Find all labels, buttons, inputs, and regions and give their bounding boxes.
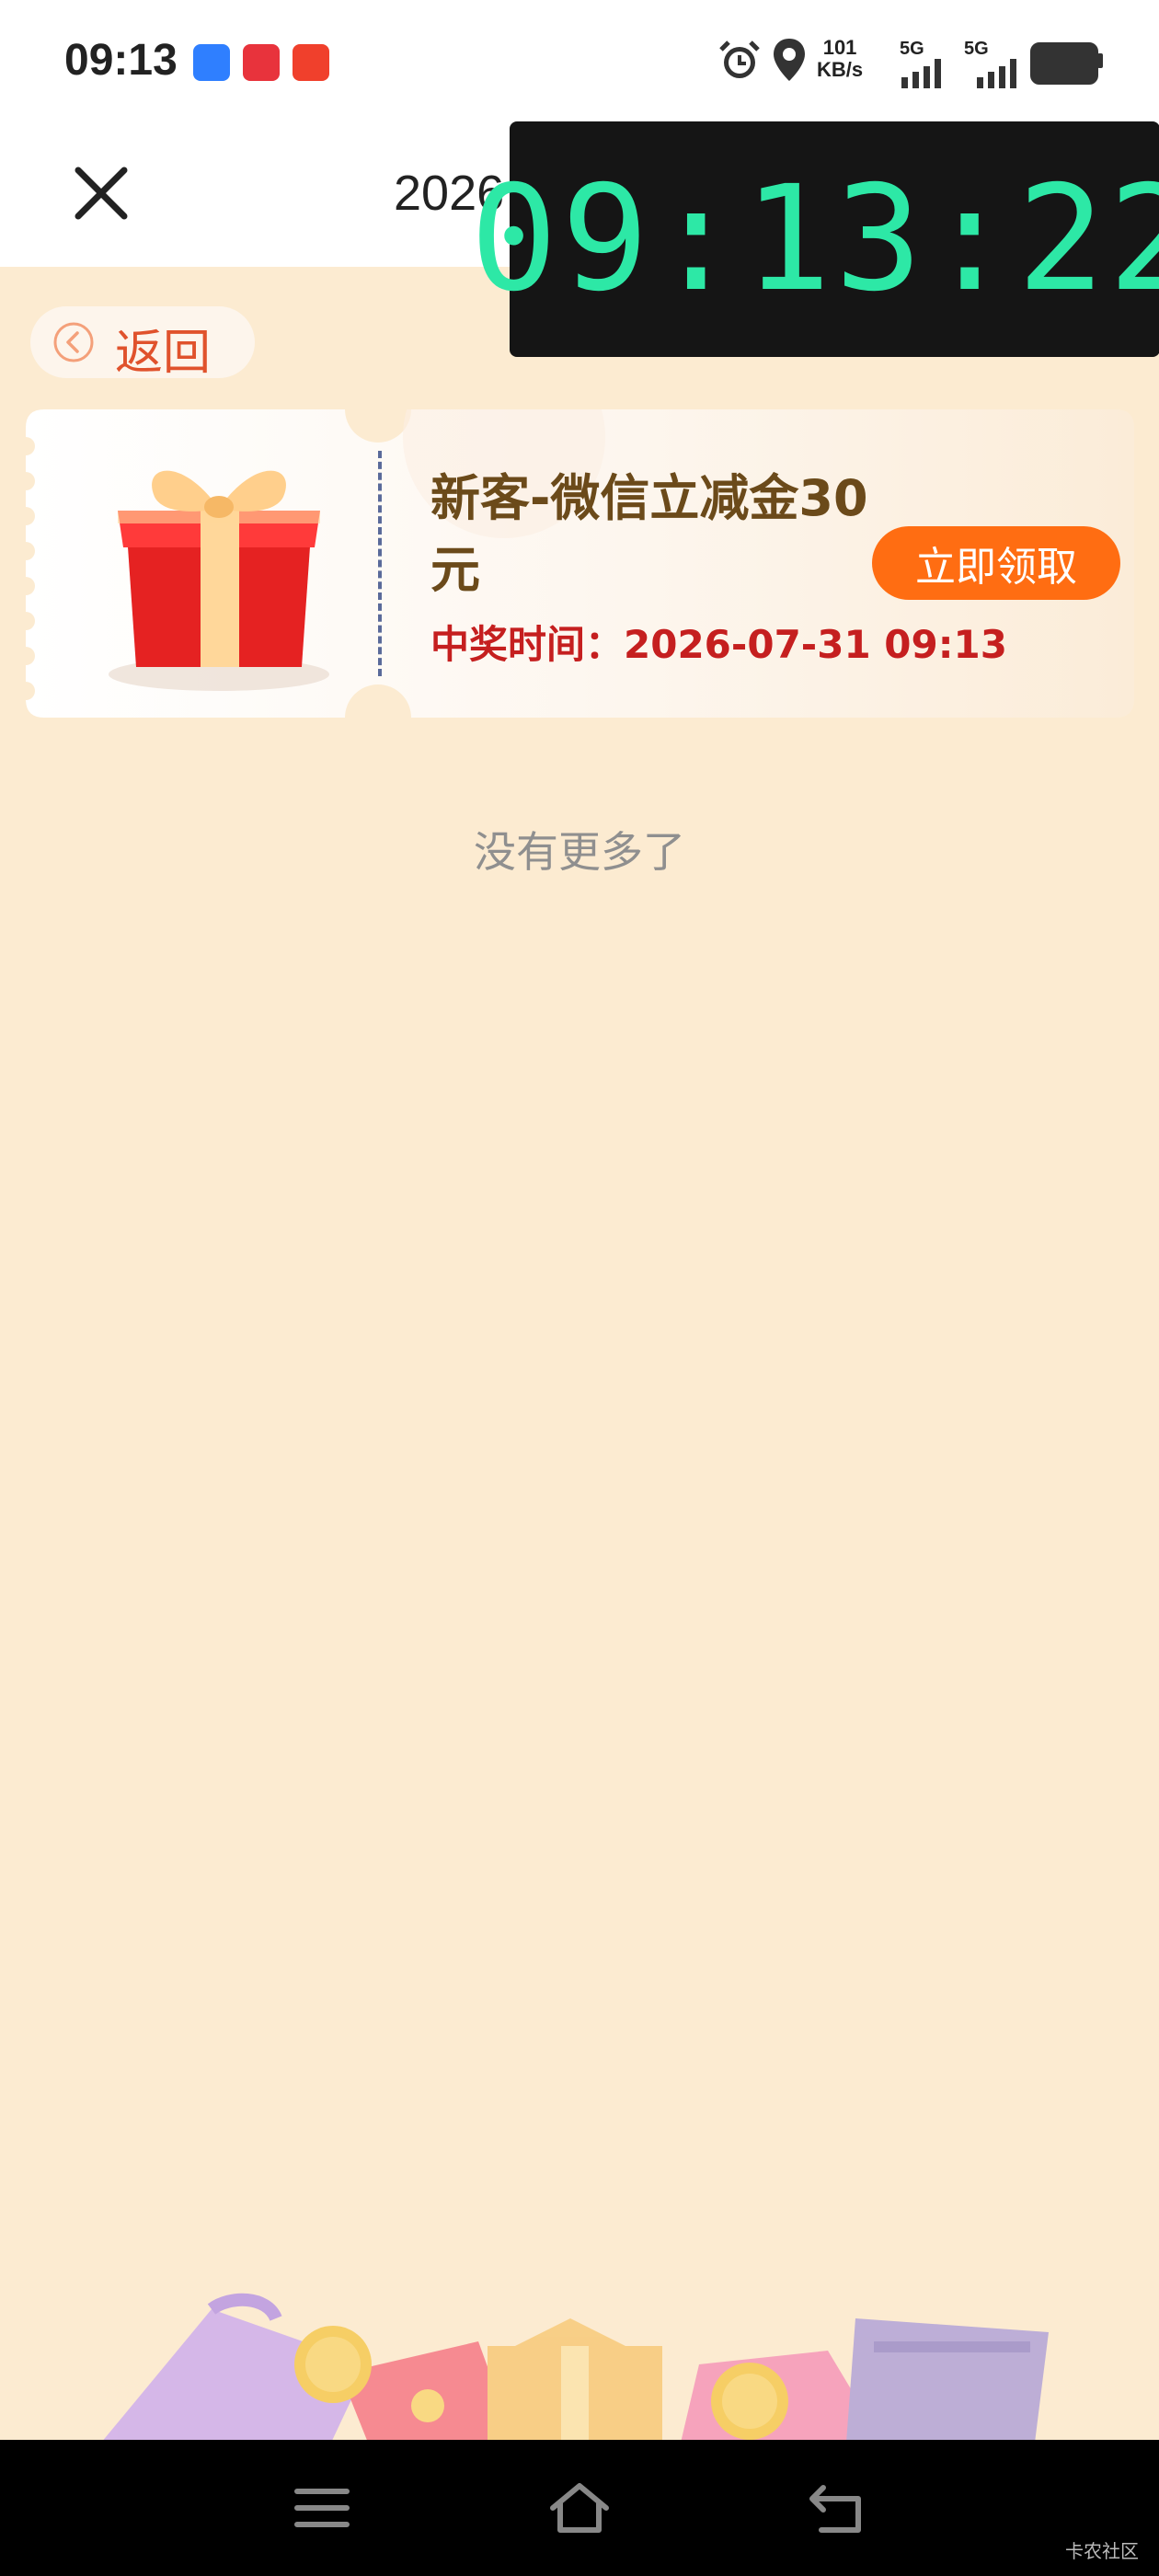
claim-now-button[interactable]: 立即领取 bbox=[872, 526, 1120, 600]
status-time: 09:13 bbox=[64, 36, 178, 85]
status-bar: 09:13 101 KB/s 5G 5G bbox=[0, 0, 1159, 124]
signal-2-icon bbox=[977, 59, 1016, 88]
blue-app-icon bbox=[193, 44, 230, 81]
ticket-divider bbox=[378, 451, 382, 676]
battery-tip bbox=[1097, 53, 1103, 68]
prize-card: 新客-微信立减金30元 中奖时间：2026-07-31 09:13 立即领取 bbox=[26, 409, 1134, 718]
close-icon[interactable] bbox=[69, 161, 133, 225]
battery-icon bbox=[1030, 42, 1098, 85]
prize-time-label: 中奖时间： bbox=[430, 622, 625, 667]
floating-clock: 09:13:22 bbox=[470, 121, 1159, 357]
alarm-icon bbox=[719, 40, 760, 78]
prize-title: 新客-微信立减金30元 bbox=[430, 469, 868, 599]
network-speed: 101 KB/s bbox=[817, 36, 864, 81]
back-button[interactable]: 返回 bbox=[30, 306, 255, 381]
prize-time: 中奖时间：2026-07-31 09:13 bbox=[430, 614, 1007, 670]
clock-time: 09:13:22 bbox=[470, 155, 1159, 324]
bottom-decoration bbox=[101, 2293, 1049, 2443]
watermark: 卡农社区 bbox=[1065, 2540, 1139, 2562]
signal-1-icon bbox=[901, 59, 941, 88]
chevron-left-circle-icon bbox=[53, 322, 94, 362]
list-end-text: 没有更多了 bbox=[474, 827, 685, 877]
back-nav-icon[interactable] bbox=[805, 2478, 869, 2537]
gift-box-icon bbox=[109, 470, 329, 691]
prize-time-value: 2026-07-31 09:13 bbox=[624, 622, 1007, 667]
location-icon bbox=[774, 39, 805, 81]
system-navigation-bar: 卡农社区 bbox=[0, 2440, 1159, 2576]
back-label: 返回 bbox=[115, 326, 212, 381]
red-app-icon bbox=[293, 44, 329, 81]
xiaohongshu-icon bbox=[243, 44, 280, 81]
menu-icon[interactable] bbox=[290, 2478, 354, 2537]
status-icons: 101 KB/s 5G 5G bbox=[699, 28, 1159, 101]
home-icon[interactable] bbox=[547, 2478, 612, 2537]
